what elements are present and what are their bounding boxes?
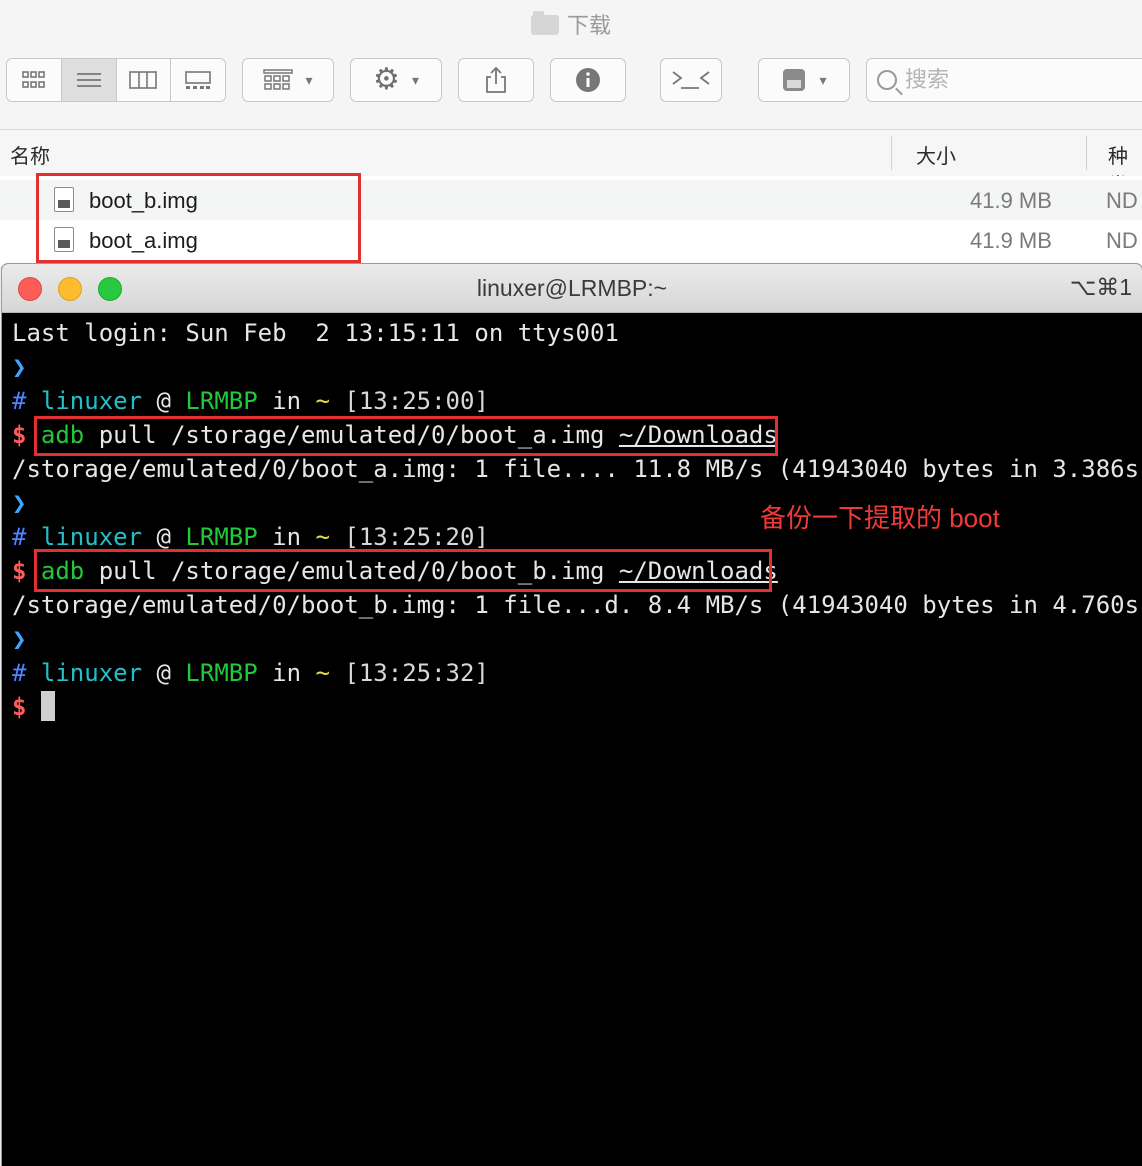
finder-title: 下载 bbox=[0, 8, 1142, 40]
file-size: 41.9 MB bbox=[970, 188, 1052, 213]
prompt-arrow: ❯ bbox=[12, 489, 27, 517]
window-shortcut: ⌥⌘1 bbox=[1069, 274, 1132, 300]
column-view-button[interactable] bbox=[116, 59, 172, 101]
command-output: /storage/emulated/0/boot_a.img: 1 file..… bbox=[12, 455, 1142, 483]
column-header-name[interactable]: 名称 bbox=[10, 140, 50, 169]
last-login-line: Last login: Sun Feb 2 13:15:11 on ttys00… bbox=[12, 319, 619, 347]
finder-toolbar: ▾ ⚙ ▾ ▾ bbox=[0, 58, 1142, 106]
tags-menu-button[interactable]: ▾ bbox=[758, 58, 850, 102]
open-terminal-button[interactable] bbox=[660, 58, 722, 102]
chevron-down-icon: ▾ bbox=[819, 71, 827, 88]
info-icon bbox=[576, 68, 600, 92]
column-divider[interactable] bbox=[891, 136, 892, 170]
column-header-size[interactable]: 大小 bbox=[916, 140, 956, 169]
share-icon bbox=[486, 66, 506, 93]
app-icon bbox=[783, 69, 806, 91]
column-header-row: 名称 大小 种类 bbox=[0, 129, 1142, 197]
search-input[interactable] bbox=[903, 66, 1127, 94]
finder-title-text: 下载 bbox=[566, 13, 611, 38]
active-prompt-line: $ bbox=[12, 690, 55, 724]
annotation-note: 备份一下提取的 boot bbox=[760, 503, 1000, 533]
terminal-title: linuxer@LRMBP:~ bbox=[476, 275, 668, 301]
columns-icon bbox=[129, 71, 158, 89]
chevron-down-icon: ▾ bbox=[305, 71, 313, 88]
group-by-button[interactable]: ▾ bbox=[242, 58, 334, 102]
search-field[interactable] bbox=[866, 58, 1142, 102]
file-kind: ND bbox=[1106, 188, 1138, 213]
files-highlight-box bbox=[36, 173, 361, 263]
prompt-line: # linuxer @ LRMBP in ~ [13:25:32] bbox=[12, 659, 489, 687]
group-grid-icon bbox=[263, 69, 294, 90]
icon-grid-icon bbox=[22, 71, 45, 88]
share-button[interactable] bbox=[458, 58, 534, 102]
prompt-arrow: ❯ bbox=[12, 353, 27, 381]
command-highlight-box bbox=[34, 416, 778, 456]
gallery-view-button[interactable] bbox=[171, 59, 225, 101]
chevron-down-icon: ▾ bbox=[411, 71, 419, 88]
search-icon bbox=[877, 70, 897, 90]
icon-view-button[interactable] bbox=[7, 59, 62, 101]
view-mode-segmented-control bbox=[6, 58, 226, 102]
gallery-icon bbox=[185, 71, 211, 89]
list-view-button[interactable] bbox=[61, 59, 117, 101]
terminal-titlebar: linuxer@LRMBP:~ ⌥⌘1 bbox=[2, 264, 1142, 313]
file-kind: ND bbox=[1106, 228, 1138, 253]
command-output: /storage/emulated/0/boot_b.img: 1 file..… bbox=[12, 591, 1142, 619]
action-menu-button[interactable]: ⚙ ▾ bbox=[350, 58, 442, 102]
folder-icon bbox=[530, 11, 559, 35]
finder-window: 下载 ▾ ⚙ ▾ ▾ 搜索 名称 大小 种 boot_b.img 41.9 MB… bbox=[0, 0, 1142, 266]
gear-icon: ⚙ bbox=[373, 63, 400, 96]
get-info-button[interactable] bbox=[550, 58, 626, 102]
terminal-prompt-icon bbox=[672, 71, 710, 89]
finder-titlebar: 下载 bbox=[0, 0, 1142, 46]
text-cursor bbox=[40, 691, 55, 721]
column-divider[interactable] bbox=[1086, 136, 1087, 170]
terminal-window: linuxer@LRMBP:~ ⌥⌘1 Last login: Sun Feb … bbox=[2, 264, 1142, 1166]
file-size: 41.9 MB bbox=[970, 228, 1052, 253]
prompt-line: # linuxer @ LRMBP in ~ [13:25:00] bbox=[12, 387, 489, 415]
command-highlight-box bbox=[34, 549, 772, 592]
list-lines-icon bbox=[76, 73, 101, 87]
prompt-arrow: ❯ bbox=[12, 625, 27, 653]
